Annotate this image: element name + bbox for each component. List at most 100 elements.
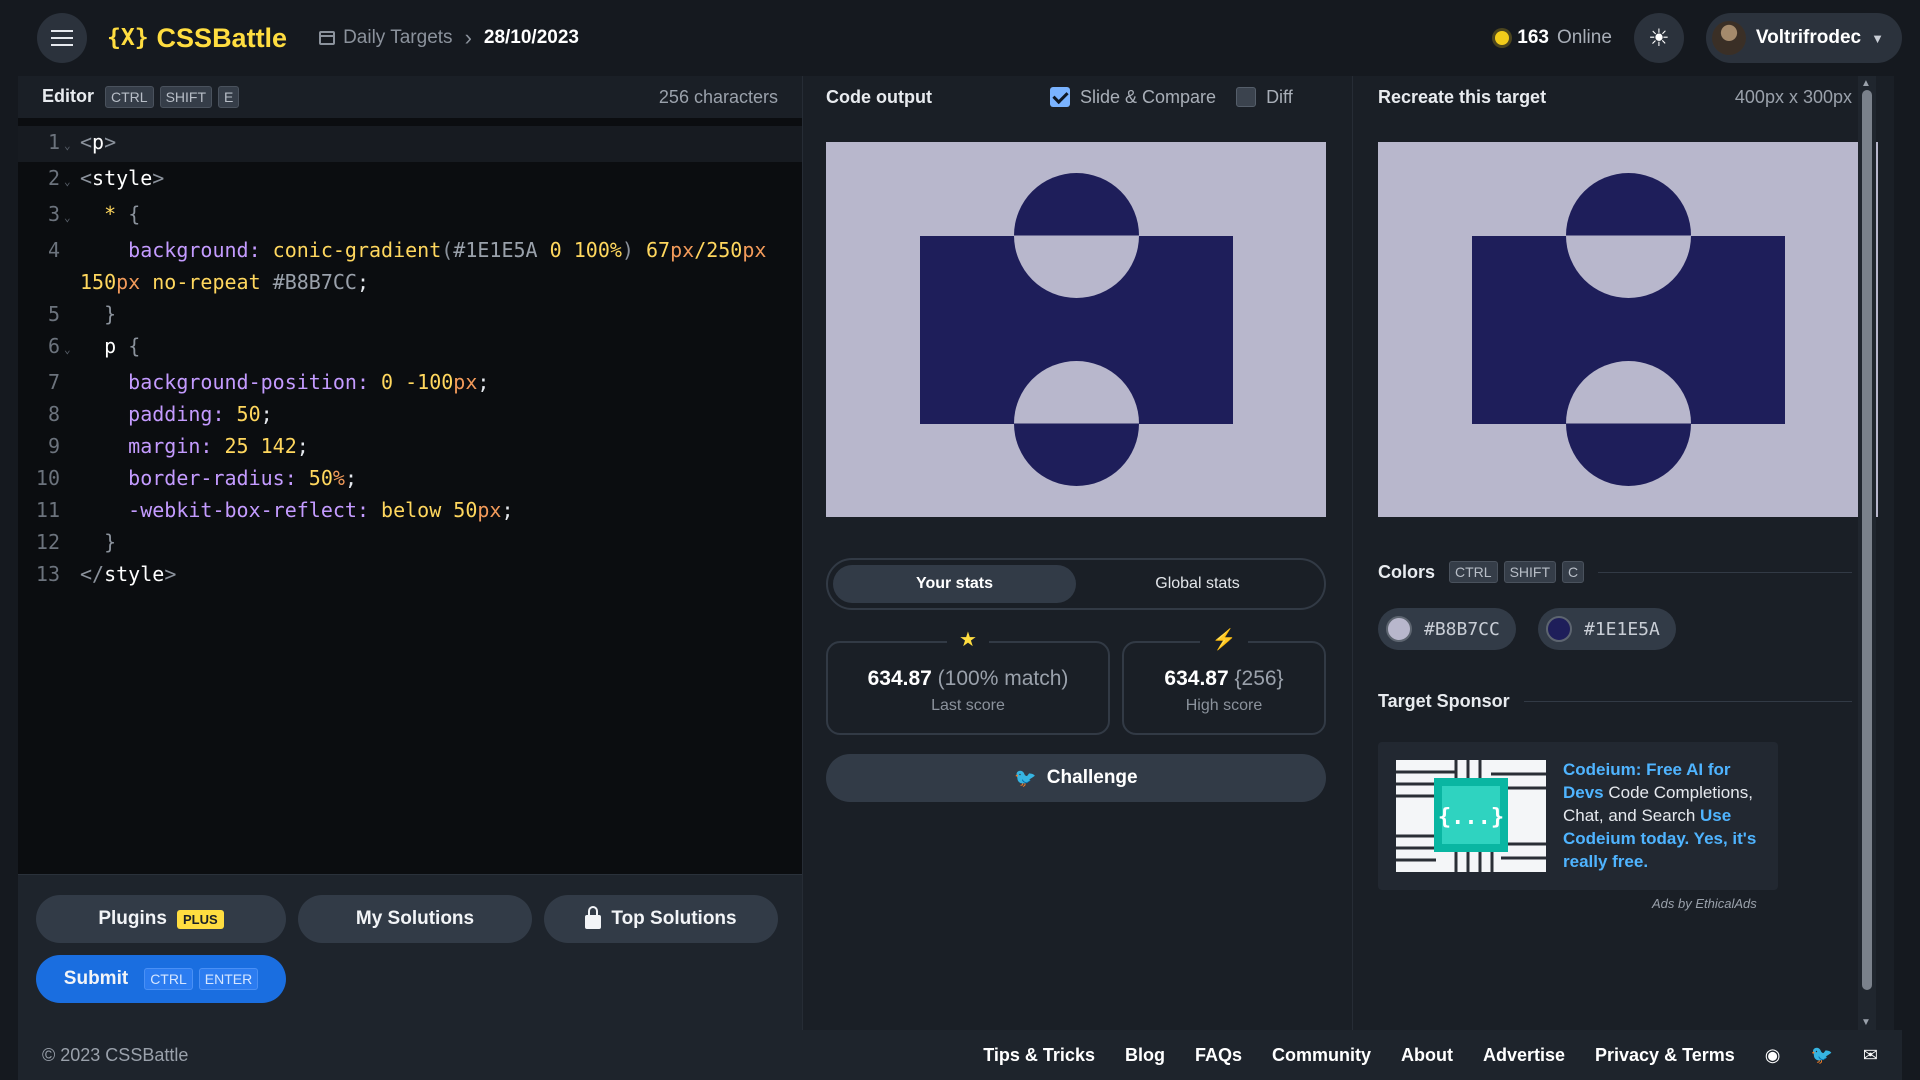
diff-toggle[interactable]: Diff: [1236, 87, 1293, 108]
color-dot: [1546, 616, 1572, 642]
color-swatch[interactable]: #B8B7CC: [1378, 608, 1516, 650]
code-output-canvas[interactable]: [826, 142, 1326, 517]
hamburger-menu-button[interactable]: [37, 13, 87, 63]
challenge-button[interactable]: 🐦 Challenge: [826, 754, 1326, 802]
footer-link-privacy[interactable]: Privacy & Terms: [1595, 1045, 1735, 1066]
code-token: background:: [128, 238, 261, 262]
target-title: Recreate this target: [1378, 86, 1547, 107]
color-dot: [1386, 616, 1412, 642]
theme-toggle-button[interactable]: ☀: [1633, 13, 1684, 63]
top-solutions-button[interactable]: Top Solutions: [544, 895, 778, 943]
code-line[interactable]: 11 -webkit-box-reflect: below 50px;: [18, 494, 802, 526]
code-line[interactable]: 2 ⌄ <style>: [18, 162, 802, 198]
stats-tabs: Your stats Global stats: [826, 558, 1326, 610]
code-token: /250: [694, 238, 743, 262]
divider: [1523, 701, 1852, 702]
line-number: 5: [47, 302, 60, 326]
code-token: *: [104, 202, 117, 226]
mail-icon[interactable]: ✉: [1863, 1045, 1878, 1066]
fold-arrow-icon[interactable]: ⌄: [60, 162, 80, 198]
code-token: 50: [308, 466, 333, 490]
fold-arrow-icon[interactable]: ⌄: [60, 330, 80, 366]
scroll-up-icon[interactable]: ▲: [1861, 78, 1871, 89]
twitter-icon[interactable]: 🐦: [1810, 1045, 1832, 1066]
breadcrumb-current-date: 28/10/2023: [483, 27, 579, 48]
ad-text[interactable]: Codeium: Free AI for Devs Code Completio…: [1563, 758, 1768, 873]
code-line[interactable]: 13 </style>: [18, 558, 802, 590]
kbd-key: ENTER: [198, 968, 259, 990]
line-number: 7: [47, 370, 60, 394]
plugins-button[interactable]: Plugins PLUS: [36, 895, 286, 943]
code-token: style: [104, 562, 165, 586]
code-token: px: [477, 498, 502, 522]
editor-panel: Editor CTRL SHIFT E 256 characters 1 ⌄ <p> 2…: [18, 76, 802, 1030]
sponsor-title: Target Sponsor: [1378, 691, 1510, 711]
target-header: Recreate this target 400px x 300px: [1378, 76, 1852, 118]
target-bottom-circle: [1566, 361, 1691, 486]
checkbox-unchecked-icon[interactable]: [1236, 87, 1257, 107]
line-number: 1: [47, 130, 60, 154]
tab-global-stats[interactable]: Global stats: [1076, 565, 1319, 603]
last-score-card: ★ 634.87 (100% match) Last score: [826, 629, 1110, 735]
editor-header: Editor CTRL SHIFT E 256 characters: [42, 76, 778, 118]
code-line[interactable]: 12 }: [18, 526, 802, 558]
high-score-label: High score: [1185, 697, 1263, 714]
kbd-key: CTRL: [105, 86, 154, 108]
color-hex: #B8B7CC: [1424, 618, 1500, 640]
fold-arrow-icon[interactable]: ⌄: [60, 198, 80, 234]
code-token: no-repeat: [152, 270, 261, 294]
code-line[interactable]: 9 margin: 25 142;: [18, 430, 802, 462]
discord-icon[interactable]: ◉: [1765, 1045, 1781, 1066]
code-line[interactable]: 5 }: [18, 298, 802, 330]
code-token: -webkit-box-reflect:: [128, 498, 369, 522]
kbd-key: CTRL: [144, 968, 193, 990]
code-editor[interactable]: 1 ⌄ <p> 2 ⌄ <style> 3 ⌄ * { 4 background: con…: [18, 118, 802, 874]
color-swatch[interactable]: #1E1E5A: [1538, 608, 1676, 650]
codeium-logo[interactable]: {...}: [1396, 760, 1546, 872]
line-number: 3: [47, 202, 60, 226]
code-line[interactable]: 8 padding: 50;: [18, 398, 802, 430]
logo[interactable]: {X} CSSBattle: [107, 23, 287, 54]
scrollbar[interactable]: ▲ ▼: [1858, 76, 1876, 1030]
lock-icon: [585, 906, 602, 929]
breadcrumb-daily-targets[interactable]: Daily Targets: [319, 27, 453, 49]
footer-link-blog[interactable]: Blog: [1125, 1045, 1165, 1066]
target-size: 400px x 300px: [1734, 86, 1852, 107]
my-solutions-button[interactable]: My Solutions: [298, 895, 532, 943]
scroll-thumb[interactable]: [1862, 90, 1872, 990]
kbd-key: C: [1562, 561, 1585, 583]
code-line[interactable]: 4 background: conic-gradient(#1E1E5A 0 1…: [18, 234, 802, 298]
footer-link-about[interactable]: About: [1401, 1045, 1453, 1066]
avatar: [1711, 21, 1746, 55]
target-image[interactable]: [1378, 142, 1878, 517]
scroll-down-icon[interactable]: ▼: [1861, 1017, 1871, 1028]
code-line[interactable]: 10 border-radius: 50%;: [18, 462, 802, 494]
slide-compare-toggle[interactable]: Slide & Compare: [1049, 87, 1216, 108]
footer-link-tips[interactable]: Tips & Tricks: [983, 1045, 1095, 1066]
footer-link-advertise[interactable]: Advertise: [1483, 1045, 1565, 1066]
tab-your-stats[interactable]: Your stats: [833, 565, 1076, 603]
diff-label: Diff: [1266, 86, 1293, 107]
code-token: below 50: [381, 498, 478, 522]
fold-arrow-icon[interactable]: ⌄: [60, 126, 80, 162]
high-score-card: ⚡ 634.87 {256} High score: [1122, 629, 1326, 735]
footer-links: Tips & Tricks Blog FAQs Community About …: [983, 1045, 1878, 1066]
code-token: 0: [549, 238, 562, 262]
calendar-icon: [319, 31, 336, 45]
submit-button[interactable]: Submit CTRL ENTER: [36, 955, 286, 1003]
output-bottom-circle: [1014, 361, 1139, 486]
code-line[interactable]: 6 ⌄ p {: [18, 330, 802, 366]
online-dot-icon: [1495, 31, 1510, 45]
code-line[interactable]: 3 ⌄ * {: [18, 198, 802, 234]
footer-link-faqs[interactable]: FAQs: [1195, 1045, 1242, 1066]
code-token: 150: [80, 270, 117, 294]
sponsor-ad[interactable]: {...} Codeium: Free AI for Devs Code Com…: [1378, 742, 1778, 890]
code-line[interactable]: 1 ⌄ <p>: [18, 126, 802, 162]
user-menu-button[interactable]: Voltrifrodec ▼: [1705, 13, 1902, 63]
checkbox-checked-icon[interactable]: [1049, 87, 1070, 107]
code-token: conic-gradient: [272, 238, 442, 262]
ads-by-ethicalads[interactable]: Ads by EthicalAds: [1652, 896, 1757, 911]
high-score-chars: {256}: [1234, 667, 1284, 690]
code-line[interactable]: 7 background-position: 0 -100px;: [18, 366, 802, 398]
footer-link-community[interactable]: Community: [1272, 1045, 1371, 1066]
